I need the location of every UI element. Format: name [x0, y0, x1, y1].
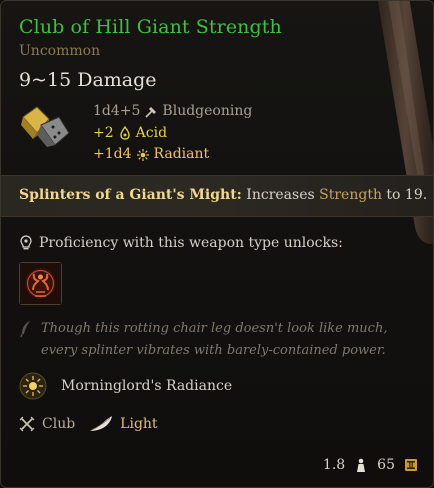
- proficiency-row: Proficiency with this weapon type unlock…: [19, 235, 343, 251]
- bulb-icon: [20, 235, 32, 250]
- damage-range: 9~15 Damage: [19, 69, 157, 91]
- sun-icon: [136, 148, 149, 161]
- acid-icon: [119, 126, 130, 140]
- damage-type: Bludgeoning: [162, 103, 253, 119]
- weapon-properties: Club Light: [19, 415, 172, 433]
- weight-class-label: Light: [120, 416, 158, 432]
- damage-type: Acid: [135, 124, 168, 141]
- damage-value: 1d4+5: [93, 103, 141, 119]
- passive-text-before: Increases: [241, 187, 320, 203]
- damage-breakdown: 1d4+5 Bludgeoning +2 Acid +1d4 Radiant: [93, 101, 252, 166]
- item-tooltip: Club of Hill Giant Strength Uncommon 9~1…: [0, 0, 434, 488]
- damage-line-bludgeoning: 1d4+5 Bludgeoning: [93, 101, 252, 123]
- damage-value: +2: [93, 124, 114, 141]
- feather-quill-icon: [20, 321, 30, 338]
- special-ability-row[interactable]: Morninglord's Radiance: [19, 372, 232, 400]
- weapon-action-tile[interactable]: [19, 262, 62, 305]
- passive-text-after: to 19.: [381, 187, 428, 203]
- crossed-swords-icon: [19, 416, 35, 432]
- passive-description: Splinters of a Giant's Might: Increases …: [19, 187, 427, 203]
- special-ability-name: Morninglord's Radiance: [61, 378, 233, 394]
- flavor-text-row: Though this rotting chair leg doesn't lo…: [19, 318, 419, 362]
- damage-line-radiant: +1d4 Radiant: [93, 144, 252, 166]
- dice-icon: [21, 106, 70, 147]
- item-footer: 1.8 65: [323, 457, 419, 473]
- passive-name: Splinters of a Giant's Might:: [19, 187, 242, 203]
- damage-line-acid: +2 Acid: [93, 123, 252, 145]
- weight-icon: [357, 458, 366, 472]
- coin-icon: [405, 459, 417, 471]
- hammer-icon: [145, 106, 157, 118]
- weapon-type-label: Club: [42, 416, 76, 432]
- topple-icon: [20, 263, 61, 304]
- damage-type: Radiant: [153, 146, 210, 162]
- club-artwork: [377, 1, 433, 244]
- item-title: Club of Hill Giant Strength: [19, 16, 282, 38]
- radiance-icon: [19, 372, 47, 400]
- property-weight-class[interactable]: Light: [89, 415, 158, 433]
- property-weapon-type[interactable]: Club: [19, 416, 75, 432]
- weight-value: 1.8: [322, 457, 346, 473]
- passive-stat: Strength: [319, 187, 382, 203]
- feather-icon: [90, 416, 113, 431]
- flavor-text: Though this rotting chair leg doesn't lo…: [41, 321, 388, 358]
- item-rarity: Uncommon: [19, 43, 101, 59]
- gold-value: 65: [377, 457, 395, 473]
- damage-value: +1d4: [93, 146, 132, 162]
- proficiency-label: Proficiency with this weapon type unlock…: [39, 235, 343, 251]
